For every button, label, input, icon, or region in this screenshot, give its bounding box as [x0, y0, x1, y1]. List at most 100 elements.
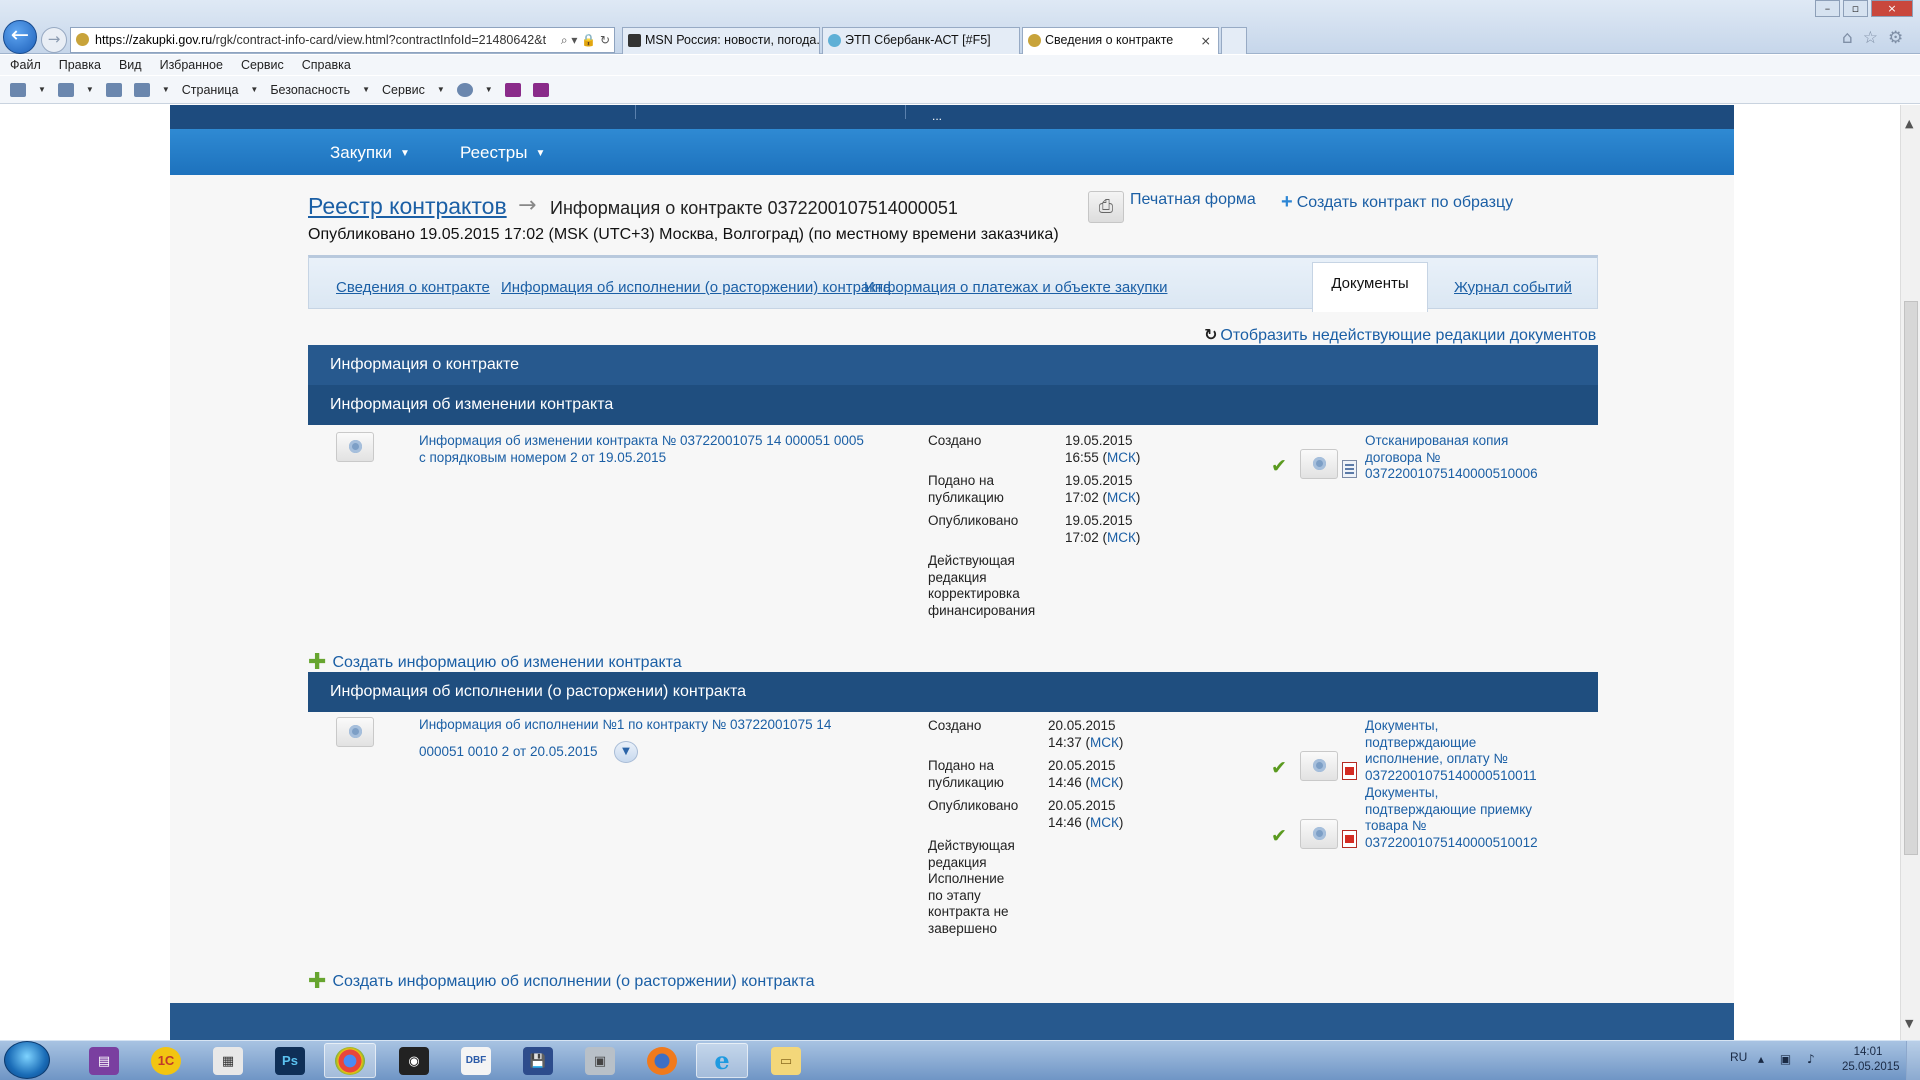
taskbar-app-save-icon[interactable]: 💾 [512, 1043, 564, 1078]
certificate-icon[interactable] [1300, 819, 1338, 849]
acceptance-docs-link[interactable]: Документы, подтверждающие приемку товара… [1365, 785, 1538, 851]
mail-icon[interactable] [105, 82, 122, 97]
certificate-icon[interactable] [336, 432, 374, 462]
tab-label: MSN Россия: новости, погода... [645, 33, 820, 47]
keyboard-language[interactable]: RU [1730, 1050, 1747, 1064]
show-desktop-button[interactable] [1906, 1041, 1920, 1080]
menu-view[interactable]: Вид [119, 55, 142, 75]
tab-documents[interactable]: Документы [1312, 262, 1428, 312]
menu-file[interactable]: Файл [10, 55, 41, 75]
favorites-star-icon[interactable]: ☆ [1863, 28, 1878, 48]
forward-button[interactable]: → [41, 27, 67, 53]
taskbar-app-boxes-icon[interactable]: ▣ [574, 1043, 626, 1078]
scroll-up-icon[interactable]: ▲ [1905, 117, 1913, 130]
chevron-down-icon[interactable]: ▼ [437, 85, 445, 94]
home-icon[interactable] [10, 82, 26, 97]
show-inactive-link[interactable]: ↻ Отобразить недействующие редакции докум… [1204, 325, 1596, 345]
onenote-icon[interactable] [504, 82, 521, 97]
menu-tools[interactable]: Сервис [241, 55, 284, 75]
tab-sberbank[interactable]: ЭТП Сбербанк-АСТ [#F5] [822, 27, 1020, 54]
system-clock[interactable]: 14:01 25.05.2015 [1842, 1045, 1900, 1075]
timezone-link[interactable]: МСК [1090, 815, 1119, 830]
address-bar[interactable]: https://zakupki.gov.ru/rgk/contract-info… [70, 27, 615, 53]
tab-contract[interactable]: Сведения о контракте × [1022, 27, 1219, 54]
timezone-link[interactable]: МСК [1107, 490, 1136, 505]
settings-gear-icon[interactable]: ⚙ [1888, 28, 1903, 48]
menu-edit[interactable]: Правка [59, 55, 101, 75]
tray-icons[interactable]: ▴ ▣ ♪ [1758, 1052, 1821, 1066]
taskbar-app-firefox-icon[interactable] [636, 1043, 688, 1078]
close-window-icon[interactable]: × [1871, 0, 1913, 17]
start-button-icon[interactable] [4, 1041, 50, 1079]
taskbar-app-camera-icon[interactable]: ◉ [388, 1043, 440, 1078]
help-icon[interactable] [456, 82, 473, 97]
taskbar-app-ie-icon[interactable]: e [696, 1043, 748, 1078]
minimize-icon[interactable]: – [1815, 0, 1840, 17]
status-line: корректировка [928, 586, 1020, 601]
document-file-icon [1342, 460, 1357, 478]
new-tab-button[interactable] [1221, 27, 1247, 54]
scroll-down-icon[interactable]: ▼ [1905, 1017, 1913, 1030]
menu-help[interactable]: Справка [302, 55, 351, 75]
chevron-down-icon[interactable]: ▼ [362, 85, 370, 94]
certificate-icon[interactable] [1300, 751, 1338, 781]
onenote-icon[interactable] [532, 82, 549, 97]
vertical-scrollbar[interactable]: ▲ ▼ [1900, 105, 1920, 1040]
tab-contract-info[interactable]: Сведения о контракте [336, 279, 490, 296]
create-execution-info-link[interactable]: ✚ Создать информацию об исполнении (о рас… [308, 969, 815, 994]
chevron-down-icon[interactable]: ▼ [38, 85, 46, 94]
close-tab-icon[interactable]: × [1201, 28, 1211, 53]
timezone-link[interactable]: МСК [1107, 530, 1136, 545]
print-form-link[interactable]: Печатная форма [1130, 191, 1256, 209]
breadcrumb-root-link[interactable]: Реестр контрактов [308, 193, 507, 220]
maximize-icon[interactable]: ▫ [1843, 0, 1868, 17]
menu-favorites[interactable]: Избранное [160, 55, 223, 75]
change-doc-link[interactable]: Информация об изменении контракта № 0372… [419, 433, 864, 466]
create-contract-by-sample-link[interactable]: + Создать контракт по образцу [1281, 191, 1513, 214]
home-icon[interactable]: ⌂ [1842, 28, 1853, 48]
chevron-down-icon[interactable]: ▼ [485, 85, 493, 94]
more-link[interactable]: ... [932, 109, 942, 123]
certificate-icon[interactable] [1300, 449, 1338, 479]
tab-event-log[interactable]: Журнал событий [1454, 279, 1572, 296]
certificate-icon[interactable] [336, 717, 374, 747]
address-tools-icon[interactable]: ⌕ ▾ 🔒 ↻ [561, 28, 610, 52]
date: 20.05.2015 [1048, 718, 1116, 733]
section-execution-info[interactable]: Информация об исполнении (о расторжении)… [308, 672, 1598, 712]
timezone-link[interactable]: МСК [1090, 775, 1119, 790]
taskbar-app-winrar-icon[interactable]: ▤ [78, 1043, 130, 1078]
service-menu[interactable]: Сервис [382, 83, 425, 97]
green-plus-icon: ✚ [308, 969, 327, 994]
scanned-copy-link[interactable]: Отсканированая копия договора № 03722001… [1365, 433, 1538, 483]
taskbar-app-chrome-icon[interactable] [324, 1043, 376, 1078]
tab-payments[interactable]: Информация о платежах и объекте закупки [864, 279, 1167, 296]
timezone-link[interactable]: МСК [1107, 450, 1136, 465]
security-menu[interactable]: Безопасность [270, 83, 350, 97]
section-contract-info[interactable]: Информация о контракте [308, 345, 1598, 385]
page-menu[interactable]: Страница [182, 83, 239, 97]
expand-chevron-down-icon[interactable]: ▼ [614, 741, 638, 763]
back-button[interactable]: ← [3, 20, 37, 54]
section-change-info[interactable]: Информация об изменении контракта [308, 385, 1598, 425]
chevron-down-icon[interactable]: ▼ [250, 85, 258, 94]
nav-purchases[interactable]: Закупки ▼ [330, 143, 410, 163]
chevron-down-icon[interactable]: ▼ [86, 85, 94, 94]
taskbar-app-1c-icon[interactable]: 1C [140, 1043, 192, 1078]
feeds-icon[interactable] [57, 82, 74, 97]
tab-execution[interactable]: Информация об исполнении (о расторжении)… [501, 279, 891, 296]
taskbar-app-dbf-icon[interactable]: DBF [450, 1043, 502, 1078]
taskbar-app-document-icon[interactable]: ▦ [202, 1043, 254, 1078]
timezone-link[interactable]: МСК [1090, 735, 1119, 750]
nav-label: Реестры [460, 143, 528, 162]
print-icon[interactable]: ⎙ [1088, 191, 1124, 223]
scrollbar-thumb[interactable] [1904, 301, 1918, 855]
nav-registries[interactable]: Реестры ▼ [460, 143, 545, 163]
chevron-down-icon[interactable]: ▼ [162, 85, 170, 94]
plus-icon: + [1281, 191, 1293, 213]
taskbar-app-explorer-icon[interactable]: ▭ [760, 1043, 812, 1078]
tab-msn[interactable]: MSN Россия: новости, погода... [622, 27, 820, 54]
print-icon[interactable] [133, 82, 150, 97]
payment-docs-link[interactable]: Документы, подтверждающие исполнение, оп… [1365, 718, 1537, 784]
time-value: 16:55 [1065, 449, 1099, 465]
taskbar-app-photoshop-icon[interactable]: Ps [264, 1043, 316, 1078]
